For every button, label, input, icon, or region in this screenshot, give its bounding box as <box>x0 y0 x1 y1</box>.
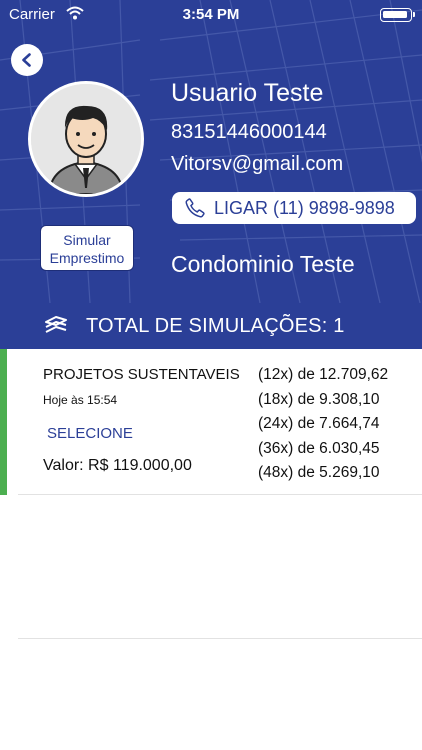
back-arrow-icon <box>22 53 31 67</box>
call-label: LIGAR (11) 9898-9898 <box>214 197 395 218</box>
simulate-loan-button[interactable]: Simular Emprestimo <box>40 225 134 271</box>
status-time: 3:54 PM <box>182 6 240 23</box>
installment-option: (12x) de 12.709,62 <box>258 366 389 383</box>
simulation-project: PROJETOS SUSTENTAVEIS <box>43 366 240 383</box>
profile-header: Carrier 3:54 PM Usuario Teste 8315144600… <box>0 0 422 303</box>
user-name: Usuario Teste <box>171 79 324 107</box>
card-accent-bar <box>0 349 7 495</box>
simulate-label-line-2: Emprestimo <box>49 250 125 266</box>
list-divider <box>18 494 422 495</box>
stack-icon <box>45 316 67 333</box>
simulation-card[interactable]: PROJETOS SUSTENTAVEIS Hoje às 15:54 SELE… <box>0 349 422 495</box>
avatar <box>28 81 144 197</box>
simulation-date: Hoje às 15:54 <box>43 393 118 407</box>
select-button[interactable]: SELECIONE <box>47 425 133 442</box>
screen: Carrier 3:54 PM Usuario Teste 8315144600… <box>0 0 422 750</box>
call-button[interactable]: LIGAR (11) 9898-9898 <box>172 192 416 224</box>
installment-option: (18x) de 9.308,10 <box>258 390 380 408</box>
simulation-value: Valor: R$ 119.000,00 <box>43 457 192 474</box>
user-email: Vitorsv@gmail.com <box>171 153 344 175</box>
phone-icon <box>185 198 205 218</box>
status-bar: Carrier 3:54 PM <box>0 0 422 30</box>
user-document: 83151446000144 <box>171 121 327 143</box>
installment-option: (36x) de 6.030,45 <box>258 439 380 457</box>
user-avatar-icon <box>31 84 141 194</box>
list-divider <box>18 638 422 639</box>
total-simulations-bar: TOTAL DE SIMULAÇÕES: 1 <box>0 303 422 349</box>
installment-option: (24x) de 7.664,74 <box>258 415 380 432</box>
back-button[interactable] <box>11 44 43 76</box>
total-simulations-label: TOTAL DE SIMULAÇÕES: 1 <box>86 314 345 337</box>
installments-list: (12x) de 12.709,62 (18x) de 9.308,10 (24… <box>258 366 388 489</box>
simulate-label-line-1: Simular <box>63 232 111 248</box>
battery-icon <box>380 8 415 22</box>
condominium-name: Condominio Teste <box>171 251 355 277</box>
installment-option: (48x) de 5.269,10 <box>258 464 380 481</box>
